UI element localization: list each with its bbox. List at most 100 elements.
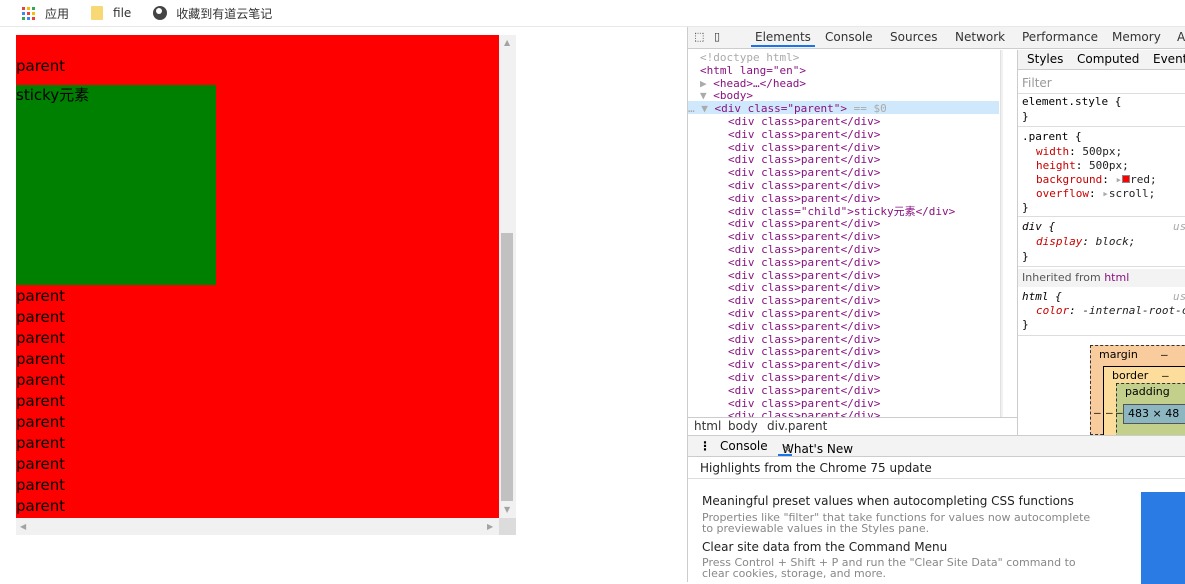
dom-parent-child-node[interactable]: <div class>parent</div>	[728, 179, 880, 192]
dom-parent-child-node[interactable]: <div class>parent</div>	[728, 281, 880, 294]
breadcrumb-html[interactable]: html	[694, 418, 721, 435]
scroll-right-icon[interactable]: ▶	[487, 523, 493, 531]
dom-parent-child-node[interactable]: <div class>parent</div>	[728, 141, 880, 154]
css-prop-name[interactable]: overflow	[1036, 187, 1089, 200]
whats-new-heading[interactable]: Meaningful preset values when autocomple…	[702, 494, 1074, 508]
tab-network[interactable]: Network	[955, 30, 1005, 44]
breadcrumb-body[interactable]: body	[728, 418, 758, 435]
bookmark-apps[interactable]: 应用	[22, 5, 69, 22]
scroll-up-icon[interactable]: ▲	[504, 39, 510, 47]
dom-parent-child-node[interactable]: <div class>parent</div>	[728, 269, 880, 282]
dom-parent-child-node[interactable]: <div class>parent</div>	[728, 384, 880, 397]
tab-elements[interactable]: Elements	[751, 30, 815, 47]
dom-child-node[interactable]: <div class="child">sticky元素</div>	[728, 205, 955, 218]
dom-parent-child-node[interactable]: <div class>parent</div>	[728, 333, 880, 346]
css-prop-value[interactable]: 500px;	[1089, 159, 1129, 172]
dom-doctype: <!doctype html>	[700, 51, 800, 64]
tab-event[interactable]: Event	[1153, 52, 1185, 66]
box-model-padding[interactable]: padding – 483 × 48	[1116, 383, 1185, 435]
whats-new-thumbnail[interactable]	[1141, 492, 1185, 584]
styles-filter-input[interactable]: Filter	[1022, 76, 1052, 90]
expand-arrow-icon[interactable]: ▸	[1115, 173, 1122, 186]
tab-computed[interactable]: Computed	[1077, 52, 1139, 66]
dom-parent-child-node[interactable]: <div class>parent</div>	[728, 409, 880, 417]
parent-text: parent	[16, 308, 66, 326]
dom-parent-child-node[interactable]: <div class>parent</div>	[728, 115, 880, 128]
dom-parent-child-node[interactable]: <div class>parent</div>	[728, 166, 880, 179]
bookmark-youdao[interactable]: 收藏到有道云笔记	[153, 5, 272, 22]
dom-ellipsis[interactable]: …	[688, 102, 695, 115]
device-toggle-icon[interactable]: ▯	[714, 30, 720, 43]
tab-performance[interactable]: Performance	[1022, 30, 1098, 44]
tab-sources[interactable]: Sources	[890, 30, 937, 44]
horizontal-scrollbar[interactable]: ◀ ▶	[16, 518, 499, 535]
parent-text: parent	[16, 287, 66, 305]
inspect-element-icon[interactable]: ⬚	[694, 30, 704, 43]
tab-console[interactable]: Console	[825, 30, 873, 44]
drawer-menu-icon[interactable]: ⋮	[699, 439, 711, 453]
parent-scroll-box[interactable]: parent parent parent parent parent paren…	[16, 35, 516, 535]
dom-parent-child-node[interactable]: <div class>parent</div>	[728, 256, 880, 269]
border-left-value[interactable]: –	[1106, 406, 1113, 419]
rule-close: }	[1022, 318, 1029, 331]
close-icon[interactable]: ×	[782, 442, 792, 456]
collapse-arrow-icon[interactable]: ▼	[700, 89, 713, 102]
dom-parent-child-node[interactable]: <div class>parent</div>	[728, 128, 880, 141]
dom-tree[interactable]: <!doctype html> <html lang="en"> ▶ <head…	[688, 50, 1003, 417]
css-prop-name: display	[1036, 235, 1083, 248]
apps-grid-icon	[22, 6, 35, 20]
dom-selected-parent[interactable]: <div class="parent">	[715, 102, 847, 115]
dom-parent-child-node[interactable]: <div class>parent</div>	[728, 371, 880, 384]
box-model-margin[interactable]: margin – – border – – padding – 483 × 48	[1090, 345, 1185, 435]
dom-body[interactable]: <body>	[713, 89, 753, 102]
drawer-tab-console[interactable]: Console	[720, 439, 768, 453]
bookmark-file[interactable]: file	[91, 6, 131, 20]
inherited-from-link[interactable]: html	[1104, 271, 1129, 284]
dom-parent-child-node[interactable]: <div class>parent</div>	[728, 230, 880, 243]
dom-parent-child-node[interactable]: <div class>parent</div>	[728, 192, 880, 205]
box-model-content[interactable]: 483 × 48	[1123, 404, 1185, 424]
dom-parent-child-node[interactable]: <div class>parent</div>	[728, 320, 880, 333]
css-prop-value[interactable]: red;	[1130, 173, 1157, 186]
scroll-down-icon[interactable]: ▼	[504, 506, 510, 514]
tab-memory[interactable]: Memory	[1112, 30, 1161, 44]
scroll-left-icon[interactable]: ◀	[20, 523, 26, 531]
border-top-value[interactable]: –	[1162, 369, 1169, 382]
box-model-border[interactable]: border – – padding – 483 × 48	[1103, 366, 1185, 435]
devtools-panel: ⬚ ▯ Elements Console Sources Network Per…	[687, 27, 1185, 584]
dom-selected-ref: == $0	[846, 102, 887, 115]
parent-rule-selector: .parent {	[1022, 130, 1082, 143]
dom-parent-child-node[interactable]: <div class>parent</div>	[728, 358, 880, 371]
collapse-arrow-icon[interactable]: ▼	[695, 102, 715, 115]
color-swatch-icon[interactable]	[1122, 175, 1131, 183]
css-prop-value[interactable]: 500px;	[1082, 145, 1122, 158]
whats-new-title: Highlights from the Chrome 75 update	[700, 461, 932, 475]
dom-scrollbar[interactable]: ▼	[1000, 50, 1003, 417]
padding-left-value[interactable]: –	[1116, 406, 1123, 419]
parent-text: parent	[16, 455, 66, 473]
margin-top-value[interactable]: –	[1161, 348, 1168, 361]
tab-more[interactable]: A	[1177, 30, 1185, 44]
border-label: border	[1112, 369, 1149, 382]
dom-parent-child-node[interactable]: <div class>parent</div>	[728, 307, 880, 320]
dom-parent-child-node[interactable]: <div class>parent</div>	[728, 217, 880, 230]
vertical-scroll-thumb[interactable]	[501, 233, 513, 501]
whats-new-heading[interactable]: Clear site data from the Command Menu	[702, 540, 947, 554]
dom-parent-child-node[interactable]: <div class>parent</div>	[728, 345, 880, 358]
vertical-scrollbar[interactable]: ▲ ▼	[499, 35, 516, 518]
parent-text: parent	[16, 329, 66, 347]
css-prop-value[interactable]: scroll;	[1109, 187, 1155, 200]
dom-parent-child-node[interactable]: <div class>parent</div>	[728, 397, 880, 410]
breadcrumb-div-parent[interactable]: div.parent	[767, 418, 827, 435]
css-prop-name[interactable]: width	[1036, 145, 1069, 158]
ua-source-label: us	[1173, 290, 1185, 303]
css-prop-name[interactable]: height	[1036, 159, 1076, 172]
dom-parent-child-node[interactable]: <div class>parent</div>	[728, 243, 880, 256]
tab-styles[interactable]: Styles	[1027, 52, 1063, 66]
margin-left-value[interactable]: –	[1094, 406, 1101, 419]
dom-parent-child-node[interactable]: <div class>parent</div>	[728, 294, 880, 307]
expand-arrow-icon[interactable]: ▸	[1102, 187, 1109, 200]
dom-html[interactable]: <html lang="en">	[700, 64, 806, 77]
css-prop-name[interactable]: background	[1036, 173, 1102, 186]
dom-parent-child-node[interactable]: <div class>parent</div>	[728, 153, 880, 166]
